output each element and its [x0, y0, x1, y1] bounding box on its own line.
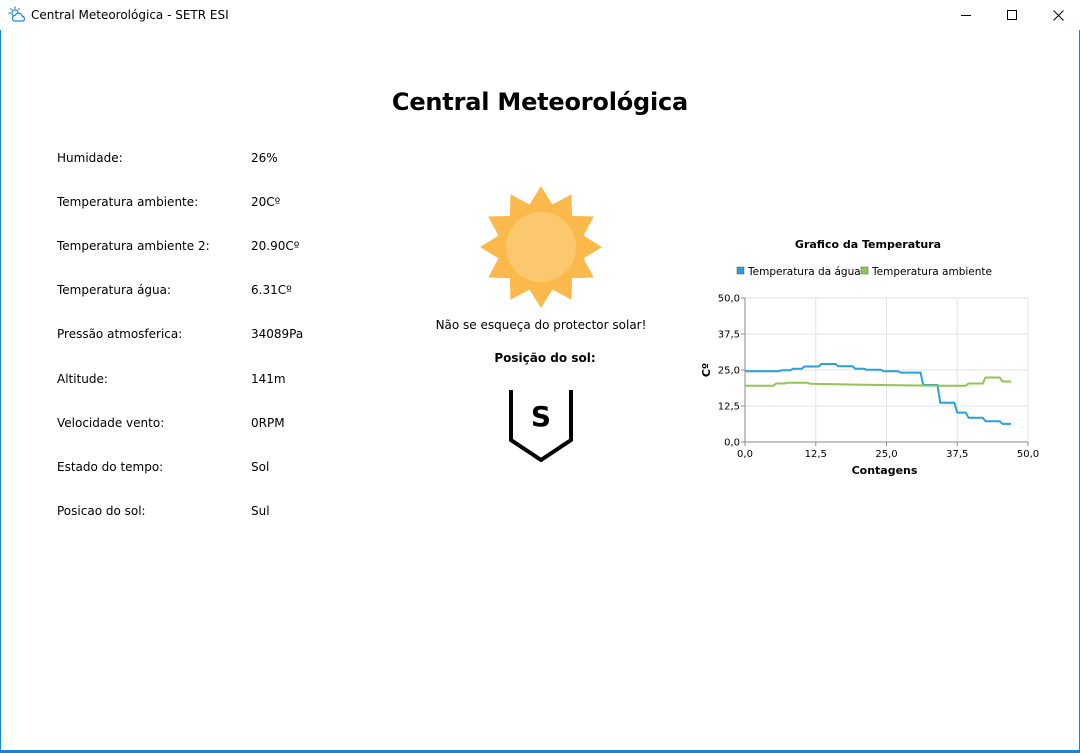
x-tick-label: 12,5: [805, 449, 827, 460]
window-title: Central Meteorológica - SETR ESI: [31, 8, 229, 22]
sun-position-label: Posicao do sol:: [57, 504, 146, 518]
weather-cloud-sun-icon: [8, 6, 26, 22]
y-tick-label: 12,5: [718, 402, 740, 413]
y-tick-label: 0,0: [724, 438, 740, 449]
close-icon: [1052, 9, 1064, 21]
water-temperature-label: Temperatura água:: [57, 283, 172, 297]
legend-label: Temperatura ambiente: [871, 266, 992, 278]
chart-legend: Temperatura da água Temperatura ambiente: [736, 266, 992, 278]
humidity-label: Humidade:: [57, 151, 123, 165]
maximize-button[interactable]: [989, 0, 1035, 30]
compass-letter: S: [530, 400, 552, 433]
legend-label: Temperatura da água: [747, 266, 861, 278]
maximize-icon: [1007, 10, 1017, 20]
legend-swatch: [736, 266, 745, 275]
x-tick-label: 0,0: [737, 449, 753, 460]
y-tick-label: 50,0: [718, 294, 740, 305]
page-title: Central Meteorológica: [391, 88, 689, 116]
legend-swatch: [860, 266, 869, 275]
x-tick-label: 25,0: [875, 449, 897, 460]
x-tick-label: 50,0: [1017, 449, 1039, 460]
chart-title: Grafico da Temperatura: [795, 238, 941, 251]
ambient-temperature-2-label: Temperatura ambiente 2:: [57, 239, 210, 253]
x-axis-label: Contagens: [852, 464, 918, 477]
ambient-temperature-label: Temperatura ambiente:: [57, 195, 199, 209]
sun-icon: [480, 186, 602, 308]
y-tick-label: 25,0: [718, 366, 740, 377]
weather-state-value: Sol: [251, 460, 270, 474]
title-bar[interactable]: Central Meteorológica - SETR ESI: [0, 0, 1080, 30]
ambient-temperature-2-value: 20.90Cº: [251, 239, 300, 253]
altitude-label: Altitude:: [57, 372, 108, 386]
sun-position-value: Sul: [251, 504, 270, 518]
weather-state-label: Estado do tempo:: [57, 460, 164, 474]
close-button[interactable]: [1035, 0, 1080, 30]
x-tick-label: 37,5: [946, 449, 968, 460]
compass-south-badge: S: [506, 388, 576, 464]
wind-speed-value: 0RPM: [251, 416, 285, 430]
humidity-value: 26%: [251, 151, 278, 165]
minimize-icon: [961, 15, 971, 16]
wind-speed-label: Velocidade vento:: [57, 416, 165, 430]
sun-core: [506, 212, 576, 282]
minimize-button[interactable]: [943, 0, 989, 30]
y-axis-label: Cº: [700, 363, 713, 377]
y-tick-label: 37,5: [718, 330, 740, 341]
ambient-temperature-value: 20Cº: [251, 195, 281, 209]
water-temperature-value: 6.31Cº: [251, 283, 292, 297]
altitude-value: 141m: [251, 372, 286, 386]
temperature-chart: Grafico da Temperatura Temperatura da águ…: [700, 238, 1039, 477]
